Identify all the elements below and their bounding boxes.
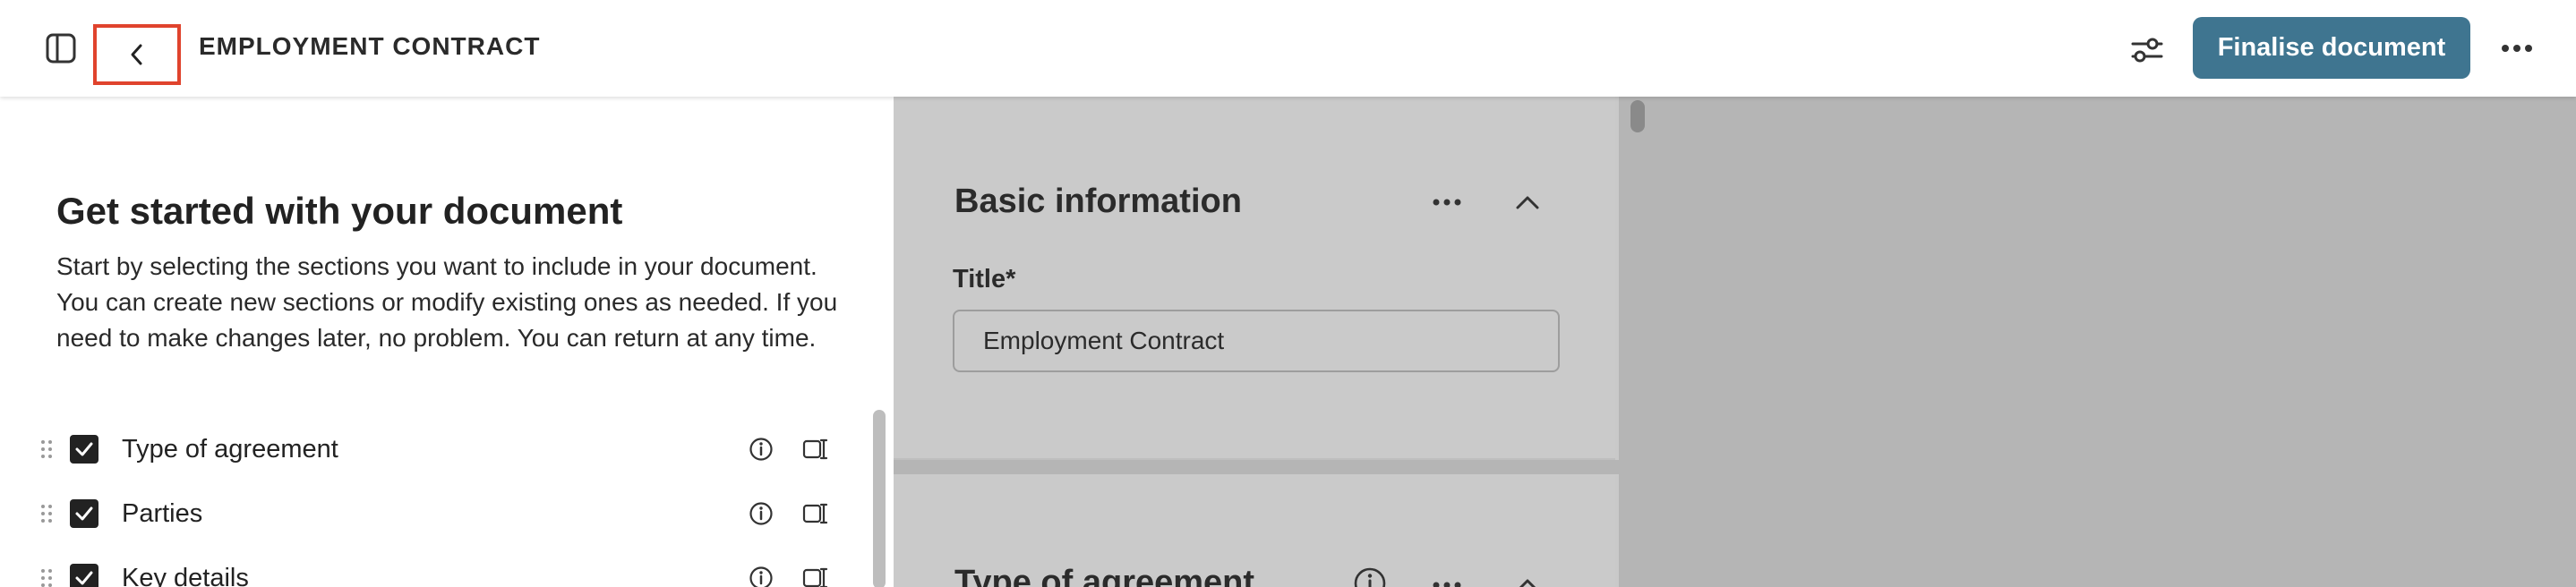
section-label: Parties [122, 498, 203, 528]
info-icon[interactable] [743, 560, 779, 587]
title-field-label: Title* [953, 265, 1015, 294]
check-icon [75, 571, 93, 585]
drag-handle-icon[interactable] [36, 500, 57, 527]
info-icon[interactable] [743, 431, 779, 467]
section-item-parties[interactable]: Parties [36, 487, 833, 540]
panel-title: Get started with your document [56, 190, 623, 232]
card-title: Type of agreement [954, 564, 1255, 587]
card-title: Basic information [954, 183, 1242, 220]
card-divider [894, 460, 1619, 474]
preview-area [1619, 97, 2576, 587]
drag-handle-icon[interactable] [36, 436, 57, 463]
type-of-agreement-card: Type of agreement [894, 474, 1615, 587]
info-icon[interactable] [743, 496, 779, 532]
sidebar-toggle-icon [46, 33, 76, 64]
basic-information-card: Basic information Title* [894, 97, 1615, 460]
chevron-up-icon [1516, 196, 1539, 209]
chevron-up-icon [1519, 579, 1536, 587]
section-checkbox[interactable] [70, 564, 98, 587]
settings-button[interactable] [2122, 27, 2172, 73]
edit-note-icon[interactable] [797, 431, 833, 467]
card-collapse-button[interactable] [1508, 567, 1547, 587]
more-horizontal-icon [2502, 45, 2532, 52]
edit-note-icon[interactable] [797, 496, 833, 532]
title-label-text: Title [953, 265, 1006, 294]
sliders-icon [2131, 38, 2163, 63]
more-horizontal-icon [1433, 582, 1461, 587]
top-bar: EMPLOYMENT CONTRACT Finalise document [0, 0, 2576, 97]
sections-scrollbar[interactable] [873, 410, 886, 587]
chevron-left-icon [131, 44, 142, 65]
drag-handle-icon[interactable] [36, 565, 57, 587]
more-options-button[interactable] [2495, 29, 2539, 68]
sidebar-toggle-button[interactable] [39, 27, 82, 70]
edit-note-icon[interactable] [797, 560, 833, 587]
check-icon [75, 442, 93, 456]
sections-panel: Get started with your document Start by … [0, 97, 894, 587]
finalise-document-button[interactable]: Finalise document [2193, 17, 2470, 79]
editor-scrollbar[interactable] [1630, 100, 1645, 132]
editor-column: Basic information Title* Type of agreeme… [894, 97, 1619, 587]
document-title: EMPLOYMENT CONTRACT [199, 32, 541, 60]
check-icon [75, 506, 93, 521]
panel-description: Start by selecting the sections you want… [56, 252, 838, 352]
section-item-type-of-agreement[interactable]: Type of agreement [36, 422, 833, 476]
title-input[interactable] [953, 310, 1560, 372]
section-checkbox[interactable] [70, 499, 98, 528]
card-more-button[interactable] [1427, 184, 1467, 220]
card-more-button[interactable] [1427, 567, 1467, 587]
required-mark: * [1006, 265, 1016, 294]
section-item-key-details[interactable]: Key details [36, 551, 833, 587]
section-checkbox[interactable] [70, 435, 98, 464]
section-label: Type of agreement [122, 434, 338, 464]
section-label: Key details [122, 563, 249, 587]
card-collapse-button[interactable] [1508, 184, 1547, 220]
more-horizontal-icon [1433, 199, 1461, 206]
info-icon[interactable] [1350, 564, 1390, 587]
back-button[interactable] [93, 24, 181, 85]
